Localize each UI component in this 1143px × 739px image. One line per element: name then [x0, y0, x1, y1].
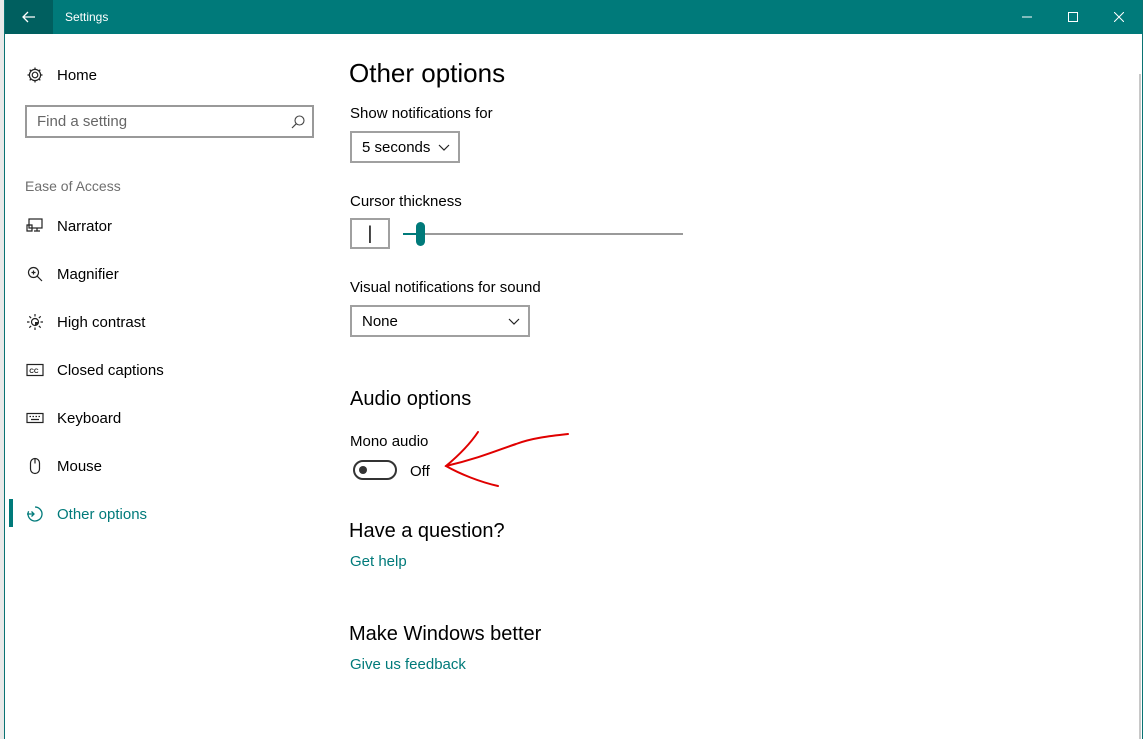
- mono-audio-state: Off: [410, 463, 430, 480]
- sidebar-item-label: Keyboard: [57, 409, 122, 427]
- red-arrow-annotation: [444, 431, 569, 487]
- search-icon[interactable]: [290, 114, 306, 130]
- active-indicator: [9, 499, 13, 527]
- mouse-icon: [25, 456, 45, 476]
- gear-icon: [25, 65, 45, 85]
- minimize-button[interactable]: [1004, 0, 1050, 34]
- closed-captions-icon: CC: [25, 360, 45, 380]
- close-button[interactable]: [1096, 0, 1142, 34]
- sidebar-item-mouse[interactable]: Mouse: [25, 455, 102, 477]
- cursor-thickness-slider-thumb[interactable]: [415, 222, 425, 246]
- scrollbar[interactable]: [1137, 34, 1141, 739]
- settings-window: Settings Home Find a setting Ease of Acc…: [4, 0, 1143, 739]
- sidebar-item-label: Magnifier: [57, 265, 119, 283]
- magnifier-icon: [25, 264, 45, 284]
- give-feedback-link[interactable]: Give us feedback: [350, 656, 466, 673]
- sidebar-item-label: Closed captions: [57, 361, 164, 379]
- notifications-label: Show notifications for: [350, 105, 493, 122]
- sidebar-item-magnifier[interactable]: Magnifier: [25, 263, 119, 285]
- visual-notifications-label: Visual notifications for sound: [350, 279, 541, 296]
- cursor-thickness-label: Cursor thickness: [350, 193, 462, 210]
- mono-audio-toggle[interactable]: [353, 460, 397, 480]
- sidebar-item-label: Other options: [57, 505, 148, 523]
- sidebar-item-closed-captions[interactable]: CC Closed captions: [25, 359, 164, 381]
- mono-audio-label: Mono audio: [350, 433, 429, 450]
- sidebar-item-high-contrast[interactable]: High contrast: [25, 311, 145, 333]
- visual-notifications-value: None: [362, 312, 398, 330]
- sidebar-item-narrator[interactable]: Narrator: [25, 215, 112, 237]
- search-input[interactable]: [27, 107, 277, 136]
- close-icon: [1114, 12, 1124, 22]
- keyboard-icon: [25, 408, 45, 428]
- sidebar-item-keyboard[interactable]: Keyboard: [25, 407, 121, 429]
- sidebar-item-label: Narrator: [57, 217, 113, 235]
- scrollbar-thumb[interactable]: [1139, 74, 1141, 739]
- search-box[interactable]: [25, 105, 314, 138]
- chevron-down-icon: [438, 144, 450, 151]
- cursor-thickness-slider-track[interactable]: [403, 233, 683, 235]
- home-label: Home: [57, 66, 98, 84]
- minimize-icon: [1022, 16, 1032, 18]
- svg-text:CC: CC: [29, 368, 39, 375]
- sidebar-item-label: Mouse: [57, 457, 103, 475]
- back-arrow-icon: [22, 11, 35, 23]
- get-help-link[interactable]: Get help: [350, 553, 407, 570]
- notifications-duration-value: 5 seconds: [362, 138, 431, 156]
- high-contrast-icon: [25, 312, 45, 332]
- back-button[interactable]: [5, 0, 53, 34]
- audio-options-heading: Audio options: [350, 388, 472, 410]
- narrator-icon: [25, 216, 45, 236]
- sidebar-item-home[interactable]: Home: [25, 64, 97, 86]
- maximize-button[interactable]: [1050, 0, 1096, 34]
- maximize-icon: [1068, 12, 1078, 22]
- page-title: Other options: [349, 58, 506, 88]
- toggle-knob: [359, 466, 367, 474]
- cursor-thickness-preview: |: [350, 218, 390, 249]
- window-title: Settings: [65, 10, 109, 24]
- title-bar: Settings: [5, 0, 1142, 34]
- chevron-down-icon: [508, 318, 520, 325]
- other-options-icon: [25, 504, 45, 524]
- sidebar: Home Ease of Access Narrator: [9, 34, 327, 739]
- have-a-question-heading: Have a question?: [349, 520, 505, 542]
- section-label-ease-of-access: Ease of Access: [25, 178, 121, 194]
- make-windows-better-heading: Make Windows better: [349, 623, 542, 645]
- sidebar-item-other-options[interactable]: Other options: [25, 503, 147, 525]
- visual-notifications-dropdown[interactable]: None: [350, 305, 530, 337]
- notifications-duration-dropdown[interactable]: 5 seconds: [350, 131, 460, 163]
- sidebar-item-label: High contrast: [57, 313, 146, 331]
- cursor-preview-glyph: |: [367, 223, 373, 243]
